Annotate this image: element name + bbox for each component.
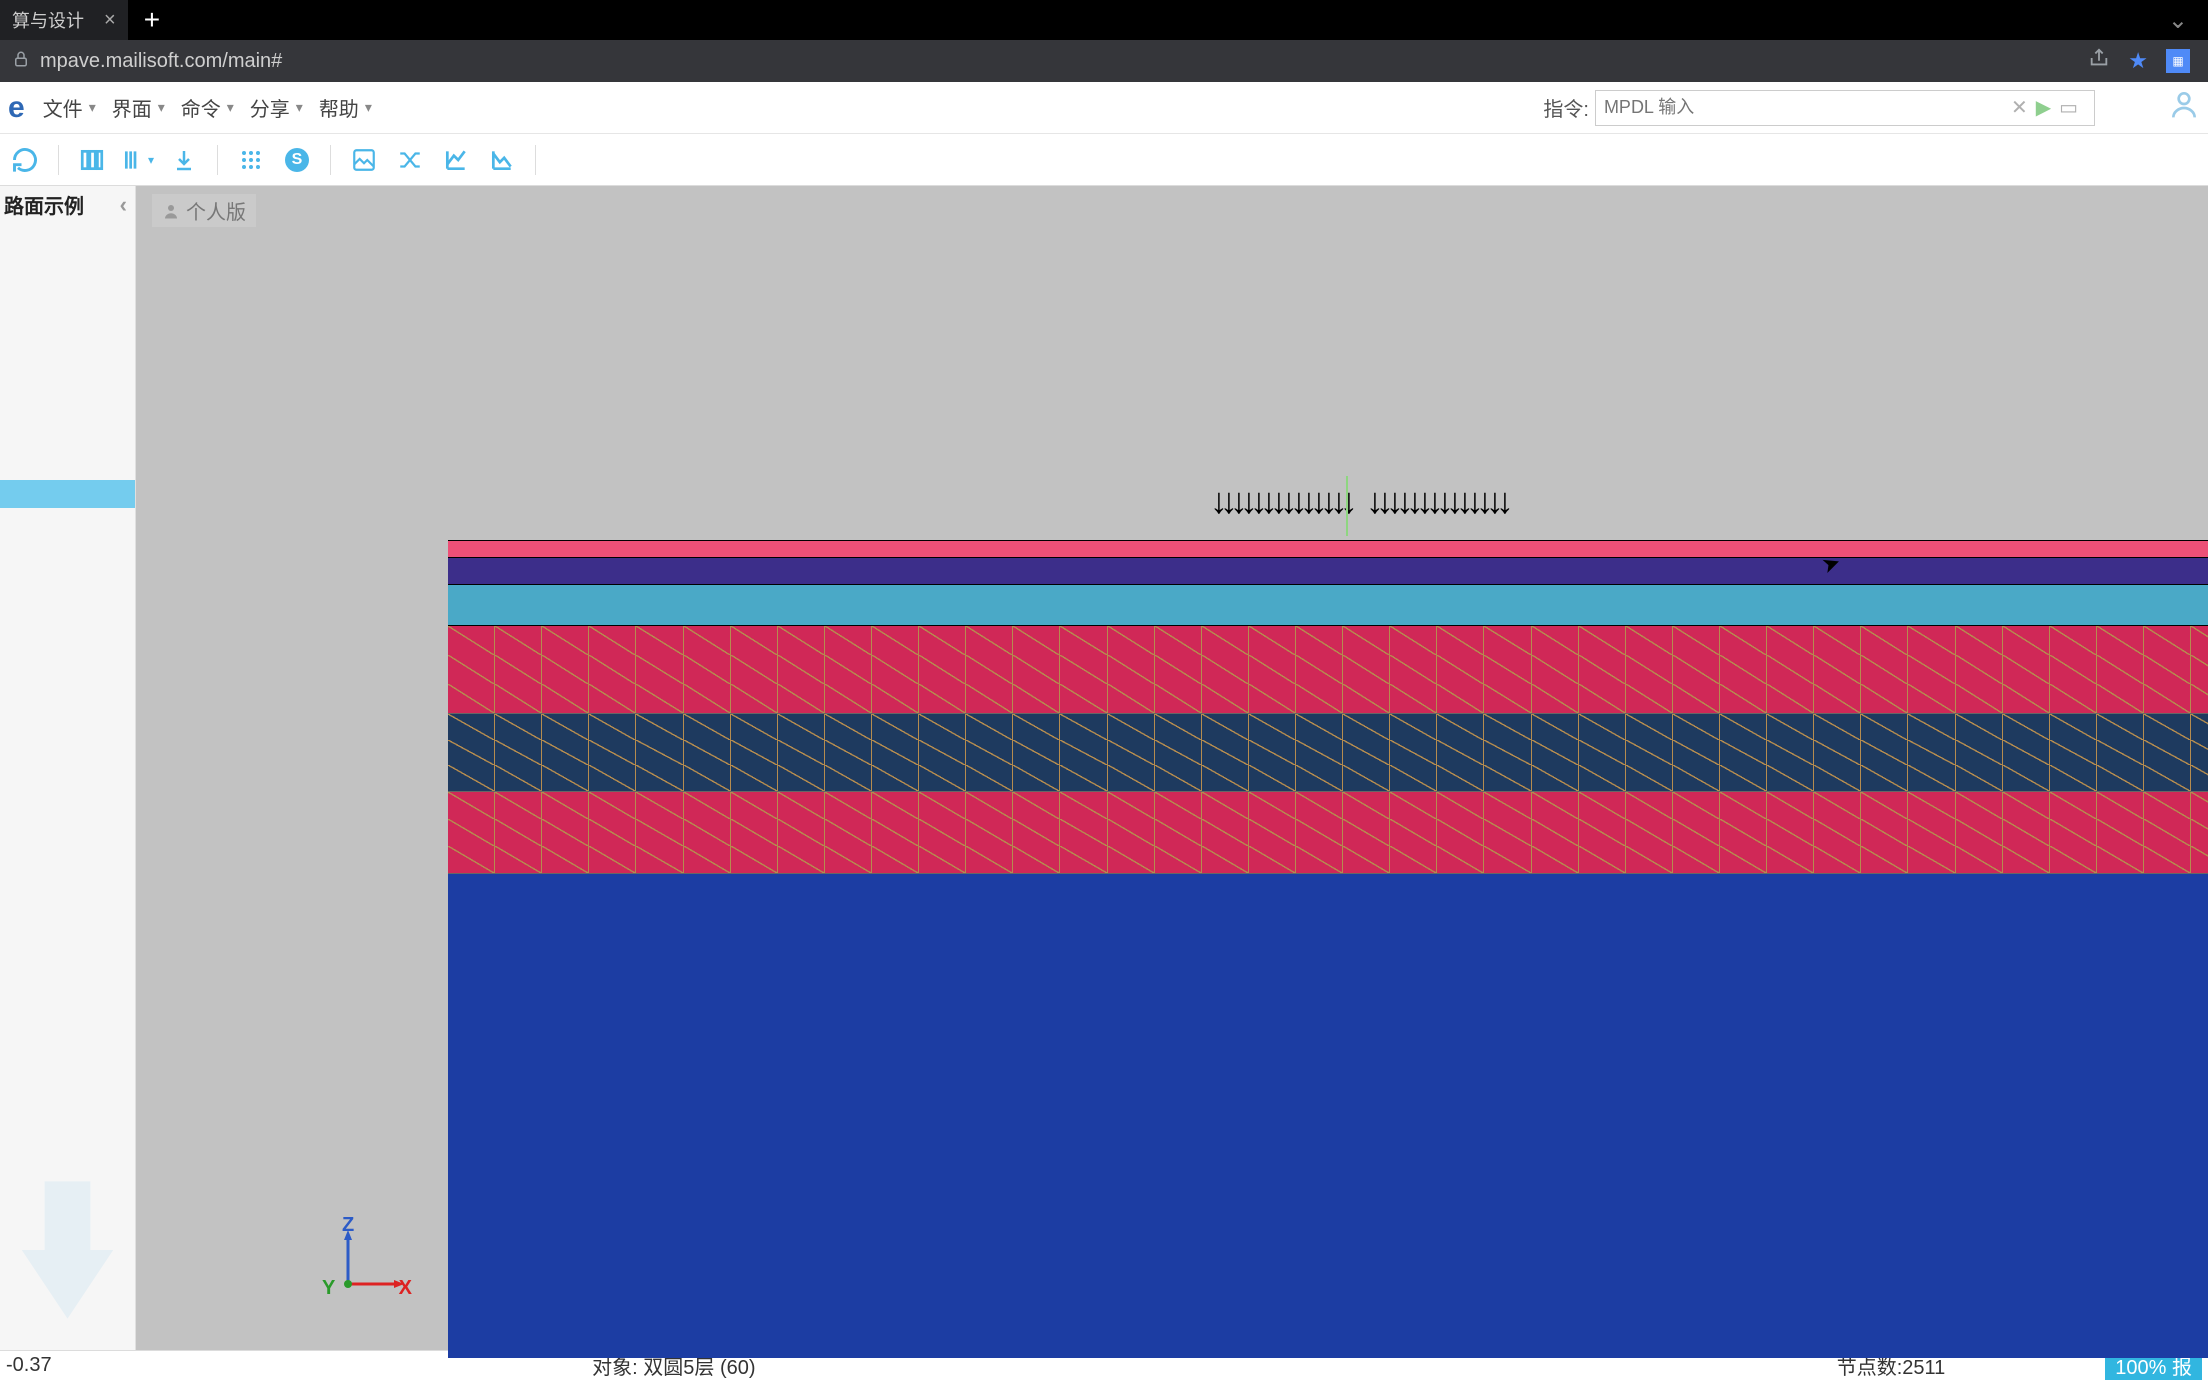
mesh-red-2 bbox=[448, 792, 2208, 874]
app-logo: e bbox=[8, 91, 35, 125]
menu-command[interactable]: 命令▾ bbox=[173, 93, 242, 122]
viewport[interactable]: 个人版 ↓↓↓↓↓↓↓↓↓↓↓↓↓↓ ↓↓↓↓↓↓↓↓↓↓↓↓↓↓ Z Y X bbox=[136, 186, 2208, 1350]
clear-icon[interactable]: ✕ bbox=[2011, 95, 2028, 120]
load-arrows-right: ↓↓↓↓↓↓↓↓↓↓↓↓↓↓ bbox=[1366, 480, 1506, 538]
menu-file[interactable]: 文件▾ bbox=[35, 93, 104, 122]
chart-up-icon[interactable] bbox=[437, 141, 475, 179]
lock-icon bbox=[12, 50, 30, 73]
layers-icon[interactable]: ▾ bbox=[119, 141, 157, 179]
collapse-icon[interactable]: ‹ bbox=[120, 192, 127, 218]
load-arrows-left: ↓↓↓↓↓↓↓↓↓↓↓↓↓↓ bbox=[1210, 480, 1350, 538]
status-coord: -0.37 bbox=[6, 1354, 52, 1377]
tabbar-dropdown-icon[interactable]: ⌄ bbox=[2168, 6, 2208, 35]
sidebar: 路面示例 ‹ bbox=[0, 186, 136, 1350]
close-icon[interactable]: × bbox=[104, 9, 116, 32]
sidebar-item-active[interactable] bbox=[0, 480, 135, 508]
mesh-blue bbox=[448, 714, 2208, 792]
sidebar-arrow-graphic bbox=[0, 1170, 135, 1330]
mesh-red-1 bbox=[448, 626, 2208, 714]
user-icon[interactable] bbox=[2168, 88, 2200, 128]
s-badge-icon[interactable]: S bbox=[278, 141, 316, 179]
address-bar: mpave.mailisoft.com/main# ★ ▦ bbox=[0, 40, 2208, 82]
extension-icon[interactable]: ▦ bbox=[2166, 49, 2190, 73]
browser-tab[interactable]: 算与设计 × bbox=[0, 0, 128, 40]
tab-title: 算与设计 bbox=[12, 7, 84, 33]
bookmark-icon[interactable]: ★ bbox=[2128, 48, 2148, 74]
browser-tabbar: 算与设计 × + ⌄ bbox=[0, 0, 2208, 40]
layer-3 bbox=[448, 585, 2208, 626]
url-text[interactable]: mpave.mailisoft.com/main# bbox=[40, 50, 2078, 73]
midline bbox=[1346, 476, 1348, 536]
share-icon[interactable] bbox=[2088, 47, 2110, 75]
refresh-icon[interactable] bbox=[6, 141, 44, 179]
model: ↓↓↓↓↓↓↓↓↓↓↓↓↓↓ ↓↓↓↓↓↓↓↓↓↓↓↓↓↓ bbox=[448, 540, 2208, 1358]
layer-2 bbox=[448, 558, 2208, 585]
coord-axes: Z Y X bbox=[322, 1222, 412, 1302]
shuffle-icon[interactable] bbox=[391, 141, 429, 179]
window-icon[interactable]: ▭ bbox=[2059, 95, 2078, 120]
chart-down-icon[interactable] bbox=[483, 141, 521, 179]
new-tab-button[interactable]: + bbox=[128, 4, 176, 36]
menu-help[interactable]: 帮助▾ bbox=[311, 93, 380, 122]
columns-icon[interactable] bbox=[73, 141, 111, 179]
grid-icon[interactable] bbox=[232, 141, 270, 179]
layer-1 bbox=[448, 540, 2208, 558]
image-icon[interactable] bbox=[345, 141, 383, 179]
layer-bottom bbox=[448, 874, 2208, 1358]
download-icon[interactable] bbox=[165, 141, 203, 179]
viewport-tag: 个人版 bbox=[152, 194, 256, 227]
menu-view[interactable]: 界面▾ bbox=[104, 93, 173, 122]
menu-share[interactable]: 分享▾ bbox=[242, 93, 311, 122]
menubar: e 文件▾ 界面▾ 命令▾ 分享▾ 帮助▾ 指令: ✕ ▶ ▭ bbox=[0, 82, 2208, 134]
play-icon[interactable]: ▶ bbox=[2036, 95, 2051, 120]
command-label: 指令: bbox=[1543, 93, 1589, 122]
sidebar-title: 路面示例 bbox=[4, 190, 84, 219]
toolbar: ▾ S bbox=[0, 134, 2208, 186]
